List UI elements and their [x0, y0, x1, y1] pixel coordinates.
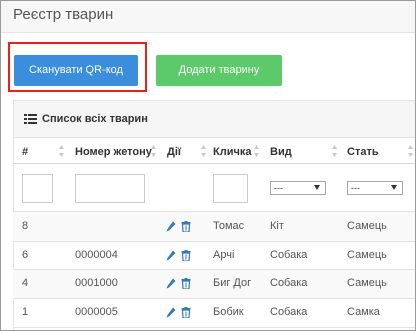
sex-filter-value: --- — [351, 183, 360, 193]
delete-icon[interactable] — [181, 221, 191, 232]
species-filter-value: --- — [274, 183, 283, 193]
tag-filter-input[interactable] — [75, 174, 145, 203]
panel-title: Список всіх тварин — [42, 113, 148, 125]
list-icon — [24, 114, 37, 124]
scan-qr-button[interactable]: Сканувати QR-код — [14, 55, 138, 86]
cell-id: 6 — [22, 249, 29, 261]
header-divider — [13, 163, 415, 164]
sort-icon[interactable] — [408, 145, 413, 157]
sort-icon[interactable] — [332, 145, 337, 157]
cell-id: 4 — [22, 277, 29, 289]
cell-sex: Самець — [347, 249, 387, 261]
cell-tag: 0000004 — [75, 249, 118, 261]
column-header-id[interactable]: # — [22, 146, 28, 158]
delete-icon[interactable] — [181, 307, 191, 318]
cell-name: Биг Дог — [213, 277, 252, 289]
cell-id: 1 — [22, 306, 29, 318]
sort-icon[interactable] — [151, 145, 156, 157]
column-header-actions: Дії — [167, 146, 181, 158]
page-header: Реєстр тварин — [1, 1, 415, 33]
sort-icon[interactable] — [201, 145, 206, 157]
id-filter-input[interactable] — [22, 174, 53, 203]
edit-icon[interactable] — [166, 278, 176, 289]
column-header-name[interactable]: Кличка — [213, 146, 251, 158]
row-divider — [13, 327, 415, 328]
name-filter-input[interactable] — [213, 174, 248, 203]
species-filter-select[interactable]: --- — [270, 181, 326, 195]
row-divider — [13, 298, 415, 299]
cell-species: Кіт — [270, 220, 284, 232]
cell-sex: Самець — [347, 277, 387, 289]
page-title: Реєстр тварин — [13, 6, 114, 23]
chevron-down-icon — [391, 185, 397, 190]
column-header-sex[interactable]: Стать — [347, 146, 379, 158]
cell-species: Собака — [270, 249, 308, 261]
sort-icon[interactable] — [59, 145, 64, 157]
delete-icon[interactable] — [181, 278, 191, 289]
app-window: Реєстр тварин Сканувати QR-код Додати тв… — [0, 0, 416, 331]
edit-icon[interactable] — [166, 250, 176, 261]
cell-sex: Самка — [347, 306, 380, 318]
row-divider — [13, 241, 415, 242]
add-animal-button[interactable]: Додати тварину — [156, 55, 282, 86]
edit-icon[interactable] — [166, 307, 176, 318]
cell-name: Бобик — [213, 306, 244, 318]
sex-filter-select[interactable]: --- — [347, 181, 403, 195]
edit-icon[interactable] — [166, 221, 176, 232]
cell-id: 8 — [22, 220, 29, 232]
panel-heading: Список всіх тварин — [14, 101, 415, 138]
cell-name: Томас — [213, 220, 245, 232]
cell-name: Арчі — [213, 249, 235, 261]
cell-species: Собака — [270, 306, 308, 318]
cell-tag: 0001000 — [75, 277, 118, 289]
cell-sex: Самець — [347, 220, 387, 232]
cell-species: Собака — [270, 277, 308, 289]
cell-tag: 0000005 — [75, 306, 118, 318]
column-header-species[interactable]: Вид — [270, 146, 292, 158]
column-header-tag[interactable]: Номер жетону — [75, 146, 152, 158]
chevron-down-icon — [314, 185, 320, 190]
delete-icon[interactable] — [181, 250, 191, 261]
sort-icon[interactable] — [254, 145, 259, 157]
